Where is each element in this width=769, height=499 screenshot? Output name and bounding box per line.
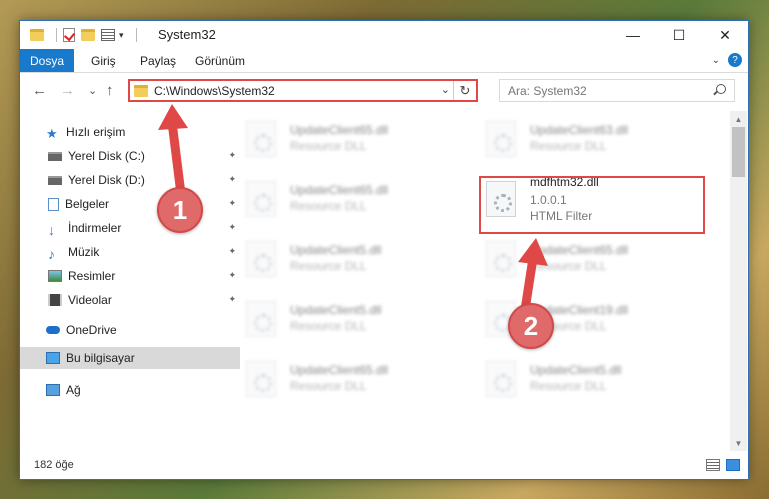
arrow-1-icon	[158, 104, 188, 199]
step-2-badge: 2	[508, 303, 554, 349]
step-1-badge: 1	[157, 187, 203, 233]
arrow-2-icon	[518, 238, 548, 315]
annotation-arrows	[158, 104, 548, 315]
